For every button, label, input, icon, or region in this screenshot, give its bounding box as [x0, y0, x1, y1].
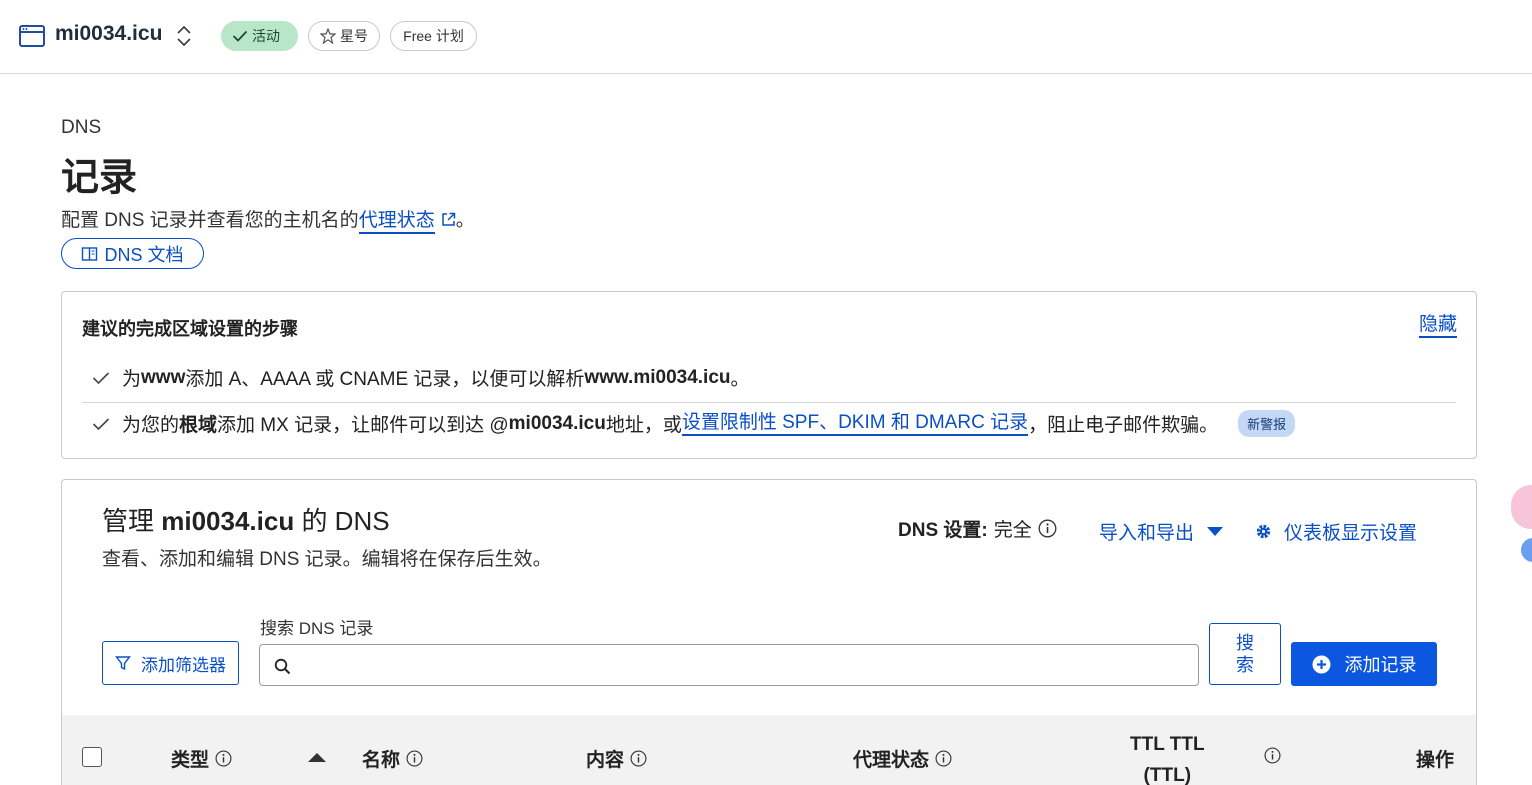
page-description: 配置 DNS 记录并查看您的主机名的代理状态。 — [61, 205, 475, 234]
info-icon[interactable] — [1264, 747, 1281, 764]
dns-setting-value: 完全 — [993, 520, 1032, 541]
info-icon[interactable] — [630, 750, 647, 767]
chevron-up-down-icon[interactable] — [175, 24, 193, 48]
manage-dns-description: 查看、添加和编辑 DNS 记录。编辑将在保存后生效。 — [102, 549, 552, 570]
column-header-name-label: 名称 — [362, 750, 401, 771]
divider — [82, 402, 1456, 403]
dns-setting-label: DNS 设置: — [898, 520, 988, 541]
section-eyebrow: DNS — [61, 117, 102, 138]
page-description-text: 配置 DNS 记录并查看您的主机名的 — [61, 210, 359, 231]
book-icon — [82, 246, 98, 261]
new-alert-badge: 新警报 — [1238, 410, 1296, 437]
info-icon[interactable] — [1038, 519, 1057, 538]
setup-step-mx: 为您的 根域 添加 MX 记录，让邮件可以到达 @ mi0034.icu 地址，或 设置… — [92, 410, 1296, 437]
page-title: 记录 — [61, 157, 138, 199]
add-filter-label: 添加筛选器 — [141, 655, 226, 675]
search-input[interactable] — [300, 645, 1190, 685]
records-table-header: 类型 名称 内容 代理状态 TTL TTL (TTL) 操作 — [62, 715, 1476, 785]
dns-docs-label: DNS 文档 — [104, 244, 184, 265]
dns-setting: DNS 设置: 完全 — [898, 515, 1057, 542]
step-text-bold: 根域 — [179, 415, 218, 436]
add-filter-button[interactable]: 添加筛选器 — [102, 641, 239, 685]
step-text: 地址，或 — [605, 415, 682, 436]
column-header-actions-label: 操作 — [1416, 750, 1455, 771]
gear-icon — [1256, 524, 1271, 539]
check-icon — [92, 371, 110, 384]
search-field[interactable] — [259, 644, 1199, 686]
manage-dns-title: 管理 mi0034.icu 的 DNS — [102, 501, 390, 538]
dns-docs-button[interactable]: DNS 文档 — [61, 238, 204, 269]
dashboard-display-settings[interactable]: 仪表板显示设置 — [1255, 518, 1417, 545]
setup-steps-title: 建议的完成区域设置的步骤 — [82, 319, 298, 339]
caret-down-icon — [1207, 527, 1224, 536]
add-record-button[interactable]: 添加记录 — [1291, 642, 1437, 686]
step-text-bold: www — [141, 366, 186, 388]
import-export-label: 导入和导出 — [1099, 523, 1195, 544]
step-text: 为您的 — [122, 415, 180, 436]
floating-assistant-bubble[interactable] — [1511, 485, 1532, 529]
filter-icon — [115, 656, 131, 671]
step-text: 。 — [730, 369, 750, 390]
manage-title-suffix: 的 DNS — [294, 506, 390, 536]
external-link-icon[interactable] — [441, 212, 456, 227]
search-icon — [274, 658, 291, 675]
plus-circle-icon — [1312, 655, 1330, 673]
manage-title-zone: mi0034.icu — [161, 506, 295, 536]
info-icon[interactable] — [215, 750, 232, 767]
plan-label: Free 计划 — [403, 28, 464, 44]
column-header-ttl-line2: (TTL) — [1143, 765, 1192, 785]
step-text-bold: mi0034.icu — [508, 412, 606, 434]
step-text-bold: www.mi0034.icu — [584, 366, 731, 388]
dashboard-display-settings-label: 仪表板显示设置 — [1284, 523, 1418, 544]
column-header-content-label: 内容 — [586, 750, 625, 771]
column-header-content[interactable]: 内容 — [586, 745, 647, 772]
column-header-name[interactable]: 名称 — [362, 745, 423, 772]
add-record-label: 添加记录 — [1344, 655, 1417, 675]
setup-steps-card: 建议的完成区域设置的步骤 隐藏 为 www 添加 A、AAAA 或 CNAME … — [61, 291, 1477, 459]
column-header-proxy-status[interactable]: 代理状态 — [853, 745, 952, 772]
email-security-link[interactable]: 设置限制性 SPF、DKIM 和 DMARC 记录 — [681, 412, 1029, 436]
proxy-status-link[interactable]: 代理状态 — [358, 210, 435, 234]
star-label: 星号 — [340, 28, 368, 44]
hide-steps-link[interactable]: 隐藏 — [1418, 314, 1457, 338]
zone-name[interactable]: mi0034.icu — [55, 22, 162, 46]
column-header-type-label: 类型 — [171, 750, 210, 771]
page-description-suffix: 。 — [455, 210, 475, 231]
star-button[interactable]: 星号 — [308, 21, 380, 51]
top-bar: mi0034.icu 活动 星号 Free 计划 — [0, 0, 1532, 74]
browser-window-icon — [19, 25, 45, 47]
info-icon[interactable] — [406, 750, 423, 767]
check-icon — [232, 30, 248, 42]
column-header-ttl[interactable]: TTL TTL (TTL) — [1130, 729, 1205, 785]
import-export-menu[interactable]: 导入和导出 — [1099, 518, 1224, 545]
status-badge: 活动 — [221, 21, 298, 51]
step-text: ，阻止电子邮件欺骗。 — [1028, 415, 1219, 436]
status-label: 活动 — [252, 28, 280, 44]
setup-step-www: 为 www 添加 A、AAAA 或 CNAME 记录，以便可以解析 www.mi… — [92, 364, 750, 391]
step-text: 添加 A、AAAA 或 CNAME 记录，以便可以解析 — [185, 369, 585, 390]
plan-badge[interactable]: Free 计划 — [390, 21, 477, 51]
sort-ascending-icon[interactable] — [308, 753, 326, 762]
manage-dns-card: 管理 mi0034.icu 的 DNS 查看、添加和编辑 DNS 记录。编辑将在… — [61, 479, 1477, 785]
search-button[interactable]: 搜索 — [1209, 623, 1281, 685]
select-all-checkbox[interactable] — [82, 747, 102, 767]
step-text: 添加 MX 记录，让邮件可以到达 @ — [217, 415, 509, 436]
search-label: 搜索 DNS 记录 — [260, 619, 374, 638]
info-icon[interactable] — [935, 750, 952, 767]
step-text: 为 — [122, 369, 142, 390]
column-header-actions: 操作 — [1416, 745, 1454, 772]
check-icon — [92, 417, 110, 430]
floating-help-bubble[interactable] — [1521, 538, 1532, 562]
manage-title-prefix: 管理 — [102, 506, 162, 536]
column-header-ttl-line1: TTL TTL — [1130, 734, 1205, 755]
column-header-proxy-status-label: 代理状态 — [853, 750, 930, 771]
star-icon — [320, 28, 336, 44]
column-header-type[interactable]: 类型 — [171, 745, 232, 772]
